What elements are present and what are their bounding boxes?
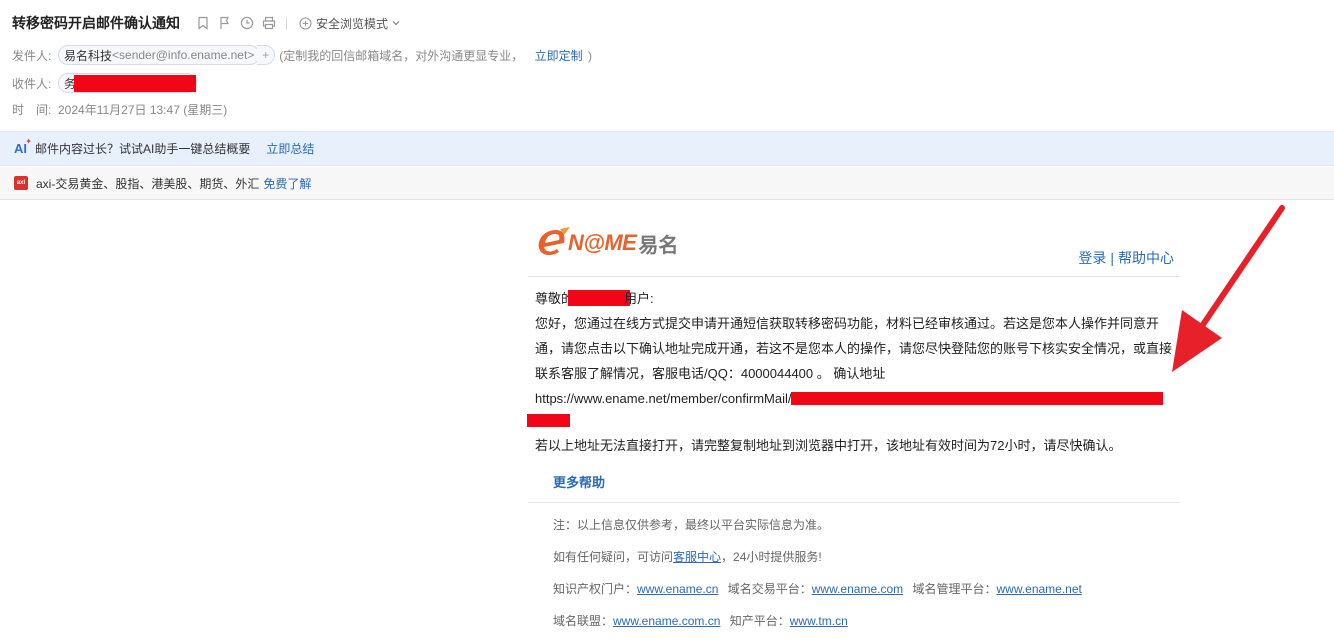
ai-assistant-icon: AI ✦ [14, 137, 32, 156]
greeting: 尊敬的 用户: [535, 286, 1180, 311]
username-redaction [568, 290, 631, 306]
footer-note: 注：以上信息仅供参考，最终以平台实际信息为准。 [553, 518, 830, 532]
ename-net-link[interactable]: www.ename.net [996, 582, 1081, 596]
shield-plus-icon [299, 16, 312, 30]
ad-bar: axi axi-交易黄金、股指、港美股、期货、外汇 免费了解 [0, 167, 1334, 200]
add-contact-button[interactable]: + [257, 45, 276, 65]
sender-label: 发件人: [12, 48, 52, 63]
custom-domain-tip: (定制我的回信邮箱域名，对外沟通更显专业， 立即定制 ) [279, 47, 592, 64]
clock-icon[interactable] [240, 16, 254, 30]
flag-icon[interactable] [218, 16, 232, 30]
footer-support: 如有任何疑问，可访问客服中心，24小时提供服务! [553, 550, 822, 564]
ai-summary-text: 邮件内容过长？试试AI助手一键总结概要 [35, 142, 251, 156]
brand-name: N@ME [568, 230, 637, 255]
sender-chip[interactable]: 易名科技 <sender@info.ename.net> [58, 45, 261, 65]
free-learn-link[interactable]: 免费了解 [263, 175, 311, 192]
mail-footer: 注：以上信息仅供参考，最终以平台实际信息为准。 如有任何疑问，可访问客服中心，2… [528, 502, 1180, 637]
safe-mode-label: 安全浏览模式 [316, 16, 389, 31]
custom-domain-link[interactable]: 立即定制 [535, 49, 583, 63]
more-help-link[interactable]: 更多帮助 [553, 470, 1180, 496]
time-label: 时 间: [12, 103, 52, 117]
confirm-url[interactable]: https://www.ename.net/member/confirmMail… [535, 391, 791, 406]
footer-platforms-1: 知识产权门户：www.ename.cn 域名交易平台：www.ename.com… [553, 582, 1082, 596]
ename-com-link[interactable]: www.ename.com [812, 582, 903, 596]
time-value: 2024年11月27日 13:47 (星期三) [58, 103, 228, 117]
ad-text: axi-交易黄金、股指、港美股、期货、外汇 [36, 176, 260, 191]
url-redaction [791, 392, 1164, 405]
recipient-chip[interactable]: 务 [58, 73, 198, 93]
mail-content: 尊敬的 用户: 您好，您通过在线方式提交申请开通短信获取转移密码功能，材料已经审核… [527, 277, 1180, 458]
mail-subject: 转移密码开启邮件确认通知 [12, 15, 180, 31]
mail-header-title-row: 转移密码开启邮件确认通知 安全浏览模式 [12, 12, 400, 34]
support-center-link[interactable]: 客服中心 [673, 550, 721, 564]
link-divider: | [1110, 250, 1114, 266]
body-paragraph: 您好，您通过在线方式提交申请开通短信获取转移密码功能，材料已经审核通过。若这是您… [535, 316, 1173, 381]
mail-toolbar: 安全浏览模式 [196, 15, 400, 32]
tip-text: (定制我的回信邮箱域名，对外沟通更显专业， [279, 48, 524, 63]
ai-summary-bar: AI ✦ 邮件内容过长？试试AI助手一键总结概要 立即总结 [0, 131, 1334, 166]
summarize-now-link[interactable]: 立即总结 [266, 140, 314, 157]
sender-row: 发件人: 易名科技 <sender@info.ename.net> + (定制我… [12, 45, 592, 65]
brand-chinese-name: 易名 [638, 234, 679, 257]
ename-cn-link[interactable]: www.ename.cn [637, 582, 718, 596]
mail-brand-header: N@ME 易名 登录 | 帮助中心 [528, 222, 1180, 277]
login-link[interactable]: 登录 [1078, 250, 1106, 266]
tip-close-paren: ) [588, 48, 592, 63]
toolbar-divider [286, 16, 287, 30]
footer-platforms-2: 域名联盟：www.ename.com.cn 知产平台：www.tm.cn [553, 614, 848, 628]
axi-logo-icon: axi [14, 176, 28, 190]
confirm-url-line: https://www.ename.net/member/confirmMail… [535, 386, 1180, 411]
fallback-paragraph: 若以上地址无法直接打开，请完整复制地址到浏览器中打开，该地址有效时间为72小时，… [535, 438, 1122, 453]
mail-body: N@ME 易名 登录 | 帮助中心 尊敬的 用户: 您好，您通过在线方式提交申请开通短… [527, 222, 1180, 637]
chevron-down-icon [392, 19, 400, 27]
ename-com-cn-link[interactable]: www.ename.com.cn [613, 614, 720, 628]
recipient-redaction [74, 74, 197, 92]
ename-e-icon [538, 227, 570, 256]
recipient-label: 收件人: [12, 76, 52, 91]
sender-address: <sender@info.ename.net> [112, 48, 255, 62]
bookmark-icon[interactable] [196, 16, 210, 30]
safe-mode-dropdown[interactable]: 安全浏览模式 [299, 15, 400, 32]
url-redaction-continued [527, 411, 1180, 433]
time-row: 时 间: 2024年11月27日 13:47 (星期三) [12, 101, 227, 118]
tm-cn-link[interactable]: www.tm.cn [790, 614, 848, 628]
red-annotation-arrow-icon [1172, 205, 1285, 372]
greeting-suffix: 用户: [624, 291, 654, 306]
sender-name: 易名科技 [64, 48, 113, 63]
ename-logo: N@ME 易名 [534, 226, 678, 260]
print-icon[interactable] [262, 16, 276, 30]
recipient-row: 收件人: 务 [12, 73, 198, 93]
